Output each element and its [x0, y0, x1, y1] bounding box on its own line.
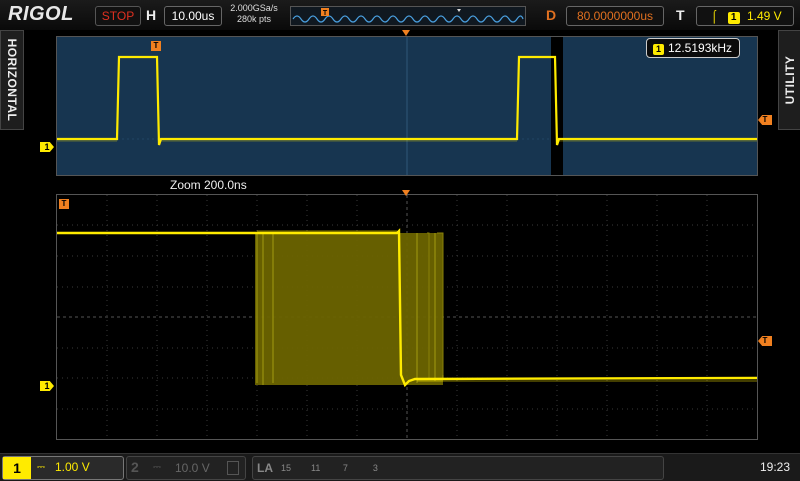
ch1-number: 1 [3, 457, 31, 479]
sample-rate: 2.000GSa/s [230, 3, 278, 13]
measurement-channel-icon: 1 [653, 44, 664, 55]
horizontal-menu-tab[interactable]: HORIZONTAL [0, 30, 24, 130]
zoom-trigger-center-marker [402, 190, 410, 196]
persistence-band [255, 233, 443, 385]
la-channel-digits: 15 11 7 3 [281, 463, 378, 473]
run-stop-status[interactable]: STOP [95, 6, 141, 26]
acquisition-info: 2.000GSa/s 280k pts [228, 3, 280, 25]
ch1-status[interactable]: 1 ⎓ 1.00 V [2, 456, 124, 480]
dc-coupling-icon: ⎓ [37, 462, 45, 473]
ch2-status[interactable]: 2 ⎓ 10.0 V [126, 456, 246, 480]
utility-tab-label: UTILITY [783, 55, 797, 105]
timebase-value[interactable]: 10.00us [164, 6, 222, 26]
ch2-bandwidth-icon [227, 461, 239, 475]
trigger-level-marker-overview[interactable]: T [758, 115, 772, 125]
frequency-measurement[interactable]: 1 12.5193kHz [646, 38, 740, 58]
ch1-vertical-scale: 1.00 V [55, 460, 90, 474]
la-label: LA [257, 461, 273, 475]
ch2-vertical-scale: 10.0 V [175, 461, 210, 475]
trigger-level-value: 1.49 V [746, 9, 782, 23]
channel-status-bar: 1 ⎓ 1.00 V 2 ⎓ 10.0 V LA 15 11 7 3 19:23 [0, 453, 800, 481]
memory-waveform-icon: T [292, 8, 524, 23]
horizontal-label: H [146, 7, 157, 23]
rising-edge-icon: ⌠ [710, 9, 718, 23]
delay-label: D [546, 7, 557, 23]
horizontal-delay-value[interactable]: 80.0000000us [566, 6, 664, 26]
zoom-waveform-window[interactable]: T [56, 194, 758, 440]
trigger-source-badge: 1 [727, 12, 740, 24]
utility-menu-tab[interactable]: UTILITY [778, 30, 800, 130]
top-status-bar: RIGOL STOP H 10.00us 2.000GSa/s 280k pts… [0, 0, 800, 30]
system-clock: 19:23 [760, 460, 791, 474]
ch2-number: 2 [131, 459, 139, 475]
zoom-trigger-position-marker[interactable]: T [59, 199, 69, 209]
trigger-settings[interactable]: ⌠ 1 1.49 V [696, 6, 794, 26]
trigger-level-marker-zoom[interactable]: T [758, 336, 772, 346]
memory-depth: 280k pts [236, 14, 272, 24]
brand-logo: RIGOL [8, 3, 74, 25]
trigger-label: T [676, 7, 685, 23]
zoom-timebase-label: Zoom 200.0ns [170, 178, 247, 192]
ch1-overview-offset-marker[interactable]: 1 [40, 142, 54, 152]
trigger-position-marker[interactable]: T [151, 41, 161, 51]
zoom-plot [57, 195, 758, 439]
horizontal-tab-label: HORIZONTAL [5, 38, 19, 122]
frequency-value: 12.5193kHz [668, 41, 733, 55]
ch2-coupling-icon: ⎓ [153, 462, 161, 473]
ch1-zoom-offset-marker[interactable]: 1 [40, 381, 54, 391]
memory-overview-bar[interactable]: T [290, 6, 526, 26]
trigger-center-marker [402, 30, 410, 36]
logic-analyzer-status[interactable]: LA 15 11 7 3 [252, 456, 664, 480]
svg-text:T: T [323, 10, 328, 17]
